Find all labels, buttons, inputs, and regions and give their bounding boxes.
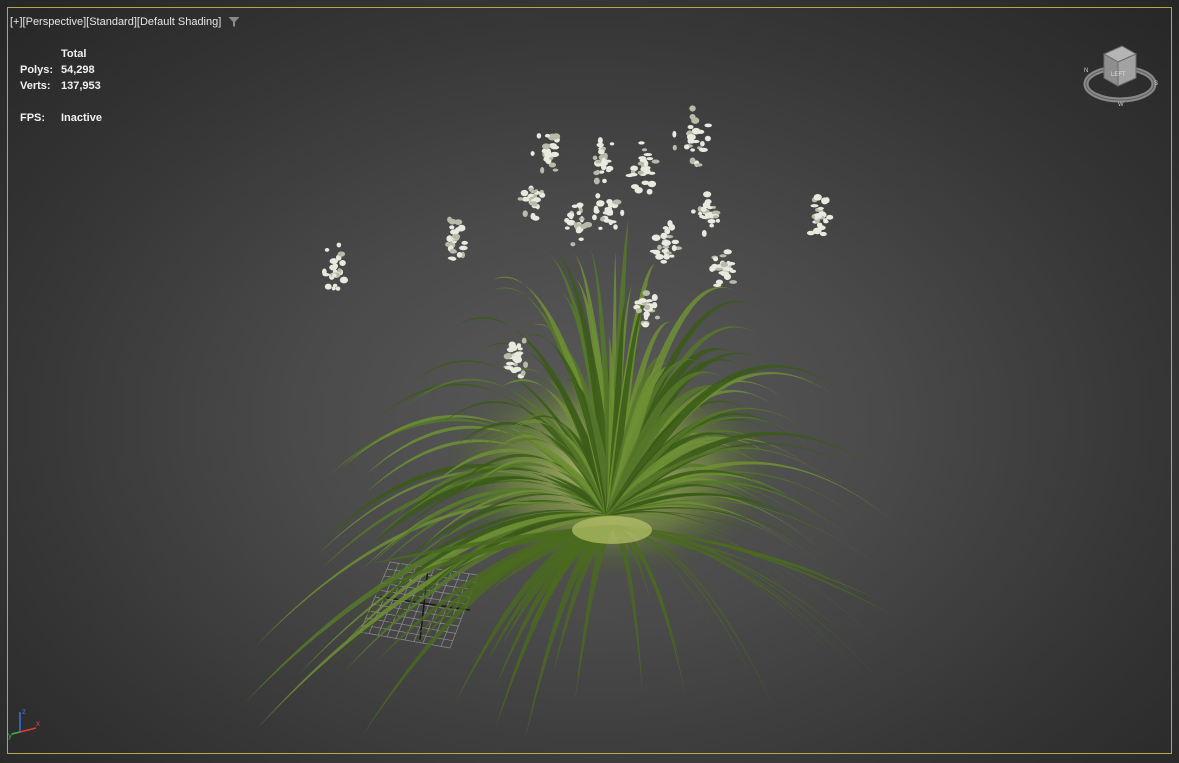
viewport-label-menu: [+] [Perspective] [Standard] [Default Sh… xyxy=(10,14,240,30)
viewport-view-menu[interactable]: [Perspective] xyxy=(23,16,87,28)
viewcube-navigation[interactable]: LEFT N S W xyxy=(1078,36,1162,108)
fps-label: FPS: xyxy=(20,112,46,124)
verts-value: 137,953 xyxy=(61,80,101,92)
viewcube-face-label: LEFT xyxy=(1111,72,1126,78)
3d-viewport[interactable]: [+] [Perspective] [Standard] [Default Sh… xyxy=(0,0,1179,763)
viewport-render-menu[interactable]: [Standard] xyxy=(86,16,137,28)
svg-text:S: S xyxy=(1154,81,1158,87)
stats-header: Total xyxy=(61,48,87,60)
fps-value: Inactive xyxy=(61,112,102,124)
verts-label: Verts: xyxy=(20,80,51,92)
polys-value: 54,298 xyxy=(61,64,95,76)
viewport-plus-menu[interactable]: [+] xyxy=(10,16,23,28)
statistics-overlay: Total Polys: 54,298 Verts: 137,953 FPS: Ina… xyxy=(20,46,102,126)
axis-x-label: x xyxy=(36,719,40,728)
axis-y-label: y xyxy=(8,731,12,740)
axis-z-label: z xyxy=(22,707,26,716)
flower-plumes xyxy=(322,105,834,379)
svg-text:W: W xyxy=(1118,102,1124,108)
polys-label: Polys: xyxy=(20,64,54,76)
axis-tripod: z x y xyxy=(8,707,40,740)
grass-blades xyxy=(244,219,956,740)
svg-text:N: N xyxy=(1084,68,1088,74)
filter-icon[interactable] xyxy=(228,16,240,28)
grass-model-render[interactable] xyxy=(0,0,1179,763)
viewport-shading-menu[interactable]: [Default Shading] xyxy=(137,16,221,28)
